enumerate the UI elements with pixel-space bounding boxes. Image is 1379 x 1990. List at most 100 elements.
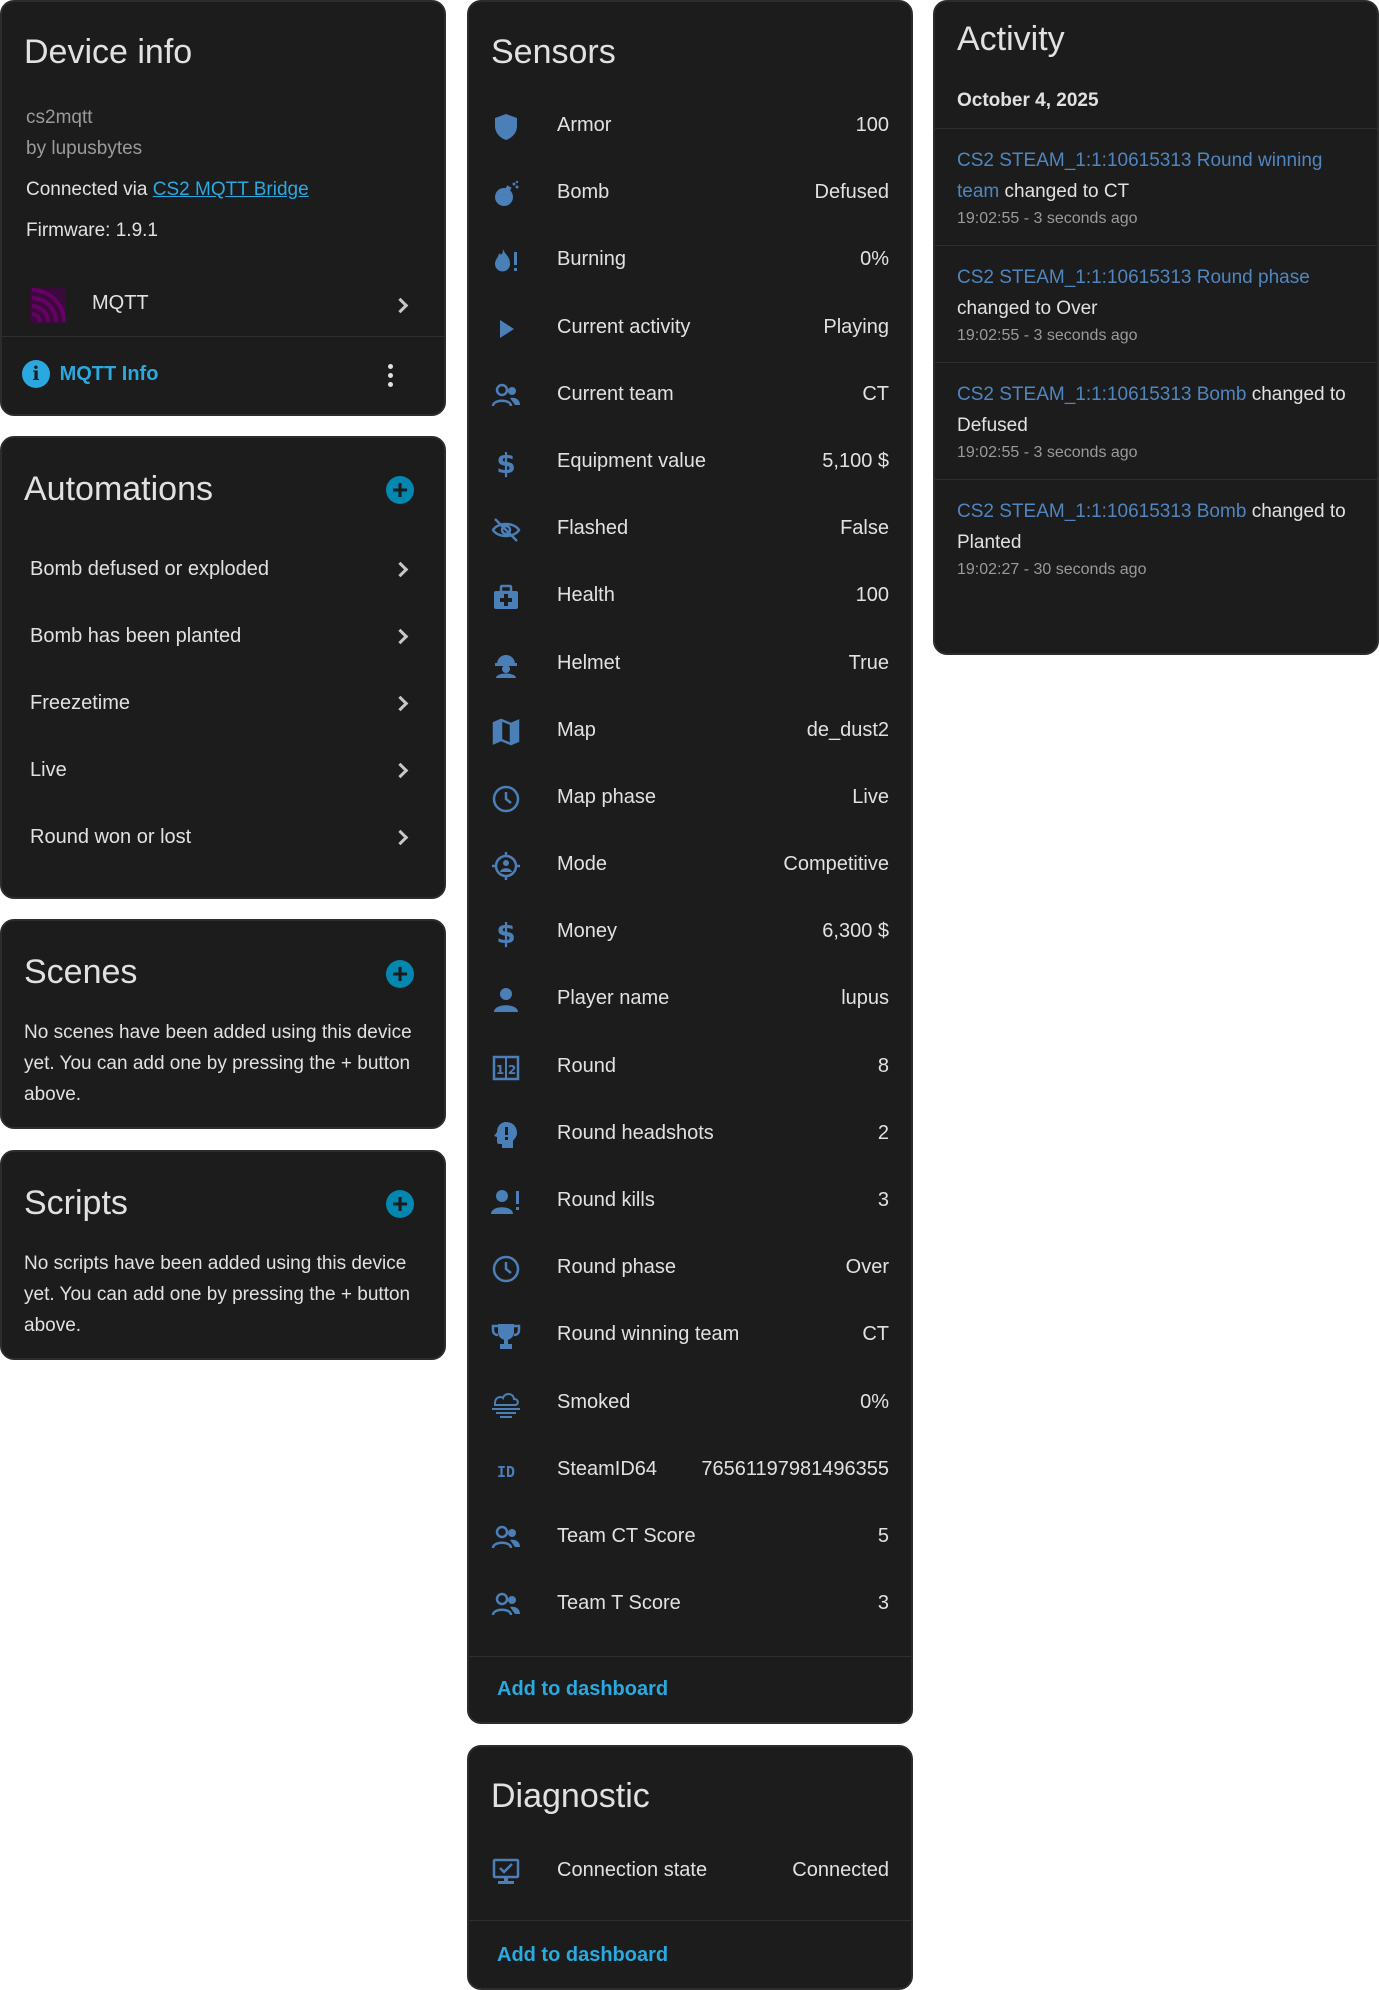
activity-time: 19:02:55 - 3 seconds ago — [957, 210, 1138, 227]
sensor-row[interactable]: Mode Competitive — [469, 831, 911, 898]
sensor-name: Smoked — [557, 1390, 631, 1413]
chevron-right-icon — [392, 762, 409, 779]
automation-label: Freezetime — [30, 692, 131, 714]
bridge-link[interactable]: CS2 MQTT Bridge — [153, 179, 309, 200]
sensor-row[interactable]: Team T Score 3 — [469, 1570, 911, 1637]
sensor-row[interactable]: Round winning team CT — [469, 1301, 911, 1368]
sensor-row[interactable]: Connection state Connected — [469, 1837, 911, 1904]
sensor-value: Connected — [792, 1859, 889, 1881]
sensor-row[interactable]: Player name lupus — [469, 965, 911, 1032]
automation-label: Bomb has been planted — [30, 625, 242, 647]
sensor-name: Team T Score — [557, 1592, 681, 1615]
activity-entity-link[interactable]: CS2 STEAM_1:1:10615313 Round phase — [957, 267, 1310, 288]
add-scene-button[interactable]: + — [386, 960, 414, 988]
head-alert-icon — [491, 1120, 521, 1150]
svg-text:$: $ — [496, 918, 515, 948]
add-script-button[interactable]: + — [386, 1190, 414, 1218]
sensor-row[interactable]: $ Money 6,300 $ — [469, 898, 911, 965]
sensor-row[interactable]: Bomb Defused — [469, 159, 911, 226]
sensor-value: 6,300 $ — [822, 920, 889, 943]
mqtt-integration-row[interactable]: MQTT — [2, 278, 444, 334]
automation-label: Bomb defused or exploded — [30, 558, 270, 580]
chevron-right-icon — [392, 628, 409, 645]
sensor-row[interactable]: Burning 0% — [469, 226, 911, 293]
automation-item[interactable]: Live — [2, 737, 444, 804]
sensor-row[interactable]: $ Equipment value 5,100 $ — [469, 428, 911, 495]
sensor-row[interactable]: Round phase Over — [469, 1234, 911, 1301]
sensor-row[interactable]: Team CT Score 5 — [469, 1503, 911, 1570]
sensor-value: Playing — [823, 315, 889, 338]
scenes-card: Scenes + No scenes have been added using… — [0, 919, 446, 1129]
sensor-row[interactable]: Health 100 — [469, 562, 911, 629]
sensor-row[interactable]: Map de_dust2 — [469, 697, 911, 764]
activity-entry: CS2 STEAM_1:1:10615313 Round winning tea… — [935, 128, 1377, 245]
sensor-value: 0% — [860, 1390, 889, 1413]
mqtt-info-button[interactable]: i MQTT Info — [22, 360, 158, 390]
sensor-name: Helmet — [557, 651, 621, 674]
automation-item[interactable]: Bomb defused or exploded — [2, 536, 444, 603]
sensor-value: 8 — [877, 1054, 889, 1077]
account-group-icon — [491, 1523, 521, 1553]
sensor-row[interactable]: Round headshots 2 — [469, 1100, 911, 1167]
device-model: cs2mqtt — [26, 107, 93, 128]
sensor-name: Team CT Score — [557, 1524, 696, 1547]
add-to-dashboard-button[interactable]: Add to dashboard — [497, 1678, 668, 1701]
sensor-list: Armor 100 Bomb Defused Burning 0% Current acti… — [469, 92, 911, 1637]
add-to-dashboard-button[interactable]: Add to dashboard — [497, 1944, 668, 1967]
mqtt-logo-icon — [30, 288, 66, 324]
sensor-value: 5 — [877, 1524, 889, 1547]
sensor-name: Equipment value — [557, 449, 706, 472]
diagnostic-list: Connection state Connected — [469, 1837, 911, 1904]
id-icon: ID — [491, 1456, 521, 1486]
sensor-name: Map phase — [557, 785, 656, 808]
device-info-title: Device info — [24, 33, 193, 71]
sensor-value: Over — [845, 1256, 889, 1279]
sensor-value: Defused — [814, 181, 890, 204]
sensor-row[interactable]: Map phase Live — [469, 764, 911, 831]
sensor-value: lupus — [841, 987, 889, 1010]
chevron-right-icon — [392, 561, 409, 578]
map-icon — [491, 717, 521, 747]
sensor-row[interactable]: ID SteamID64 76561197981496355 — [469, 1436, 911, 1503]
sensor-row[interactable]: Helmet True — [469, 630, 911, 697]
svg-text:$: $ — [496, 448, 515, 478]
automation-item[interactable]: Bomb has been planted — [2, 603, 444, 670]
sensor-value: 3 — [877, 1189, 889, 1211]
activity-date: October 4, 2025 — [957, 90, 1099, 111]
svg-text:2: 2 — [508, 1063, 516, 1077]
account-icon — [491, 985, 521, 1015]
account-group-icon — [491, 1590, 521, 1620]
sensor-name: Burning — [557, 248, 626, 271]
play-icon — [491, 314, 521, 344]
automation-item[interactable]: Round won or lost — [2, 804, 444, 871]
sensor-name: SteamID64 — [557, 1457, 658, 1480]
activity-time: 19:02:55 - 3 seconds ago — [957, 327, 1138, 344]
sensor-row[interactable]: 1 2 Round 8 — [469, 1033, 911, 1100]
sensor-name: Money — [557, 920, 618, 943]
scripts-empty-text: No scripts have been added using this de… — [24, 1253, 411, 1336]
chevron-right-icon — [392, 297, 409, 314]
sensor-value: CT — [862, 382, 889, 405]
sensor-row[interactable]: Smoked 0% — [469, 1369, 911, 1436]
sensor-row[interactable]: Armor 100 — [469, 92, 911, 159]
sensor-row[interactable]: Current activity Playing — [469, 294, 911, 361]
sensor-name: Mode — [557, 853, 608, 876]
activity-entry: CS2 STEAM_1:1:10615313 Bomb changed to P… — [935, 479, 1377, 596]
device-manufacturer: by lupusbytes — [26, 138, 143, 159]
eye-off-icon — [491, 515, 521, 545]
sensor-value: Competitive — [783, 853, 889, 876]
sensor-row[interactable]: Round kills 3 — [469, 1167, 911, 1234]
sensor-name: Player name — [557, 987, 670, 1010]
mqtt-integration-label: MQTT — [92, 292, 149, 314]
add-automation-button[interactable]: + — [386, 476, 414, 504]
sensor-row[interactable]: Flashed False — [469, 495, 911, 562]
activity-entity-link[interactable]: CS2 STEAM_1:1:10615313 Bomb — [957, 501, 1246, 522]
sensor-row[interactable]: Current team CT — [469, 361, 911, 428]
more-options-icon[interactable] — [388, 364, 394, 388]
activity-entity-link[interactable]: CS2 STEAM_1:1:10615313 Bomb — [957, 384, 1246, 405]
account-group-icon — [491, 381, 521, 411]
automation-label: Live — [30, 759, 67, 781]
chevron-right-icon — [392, 829, 409, 846]
clock-icon — [491, 1254, 521, 1284]
automation-item[interactable]: Freezetime — [2, 670, 444, 737]
